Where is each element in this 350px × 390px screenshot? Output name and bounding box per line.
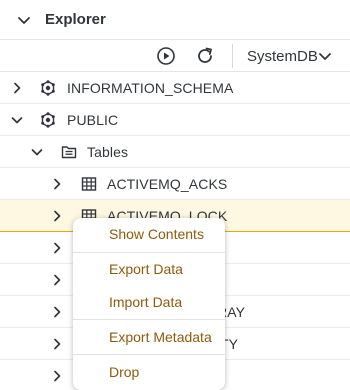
menu-item-export-data[interactable]: Export Data [73, 253, 225, 285]
schema-icon [40, 80, 56, 96]
menu-item-label: Import Data [109, 294, 183, 310]
explorer-header: Explorer [0, 0, 350, 40]
refresh-icon[interactable] [195, 46, 215, 66]
chevron-right-icon[interactable] [50, 241, 64, 255]
context-menu: Show Contents Export Data Import Data Ex… [73, 218, 225, 390]
menu-item-drop[interactable]: Drop [73, 356, 225, 388]
tree-item-label: Tables [87, 144, 129, 160]
chevron-down-icon [317, 48, 333, 64]
menu-divider [73, 354, 225, 355]
menu-item-label: Export Metadata [109, 329, 212, 345]
database-select[interactable]: SystemDB [240, 45, 340, 67]
tree-row-schema[interactable]: INFORMATION_SCHEMA [0, 72, 350, 104]
chevron-right-icon[interactable] [50, 209, 64, 223]
panel-title: Explorer [45, 11, 106, 28]
tree-row-table[interactable]: ACTIVEMQ_ACKS [0, 168, 350, 200]
chevron-right-icon[interactable] [50, 177, 64, 191]
menu-item-export-metadata[interactable]: Export Metadata [73, 321, 225, 353]
tree-item-label: INFORMATION_SCHEMA [67, 80, 234, 96]
chevron-right-icon[interactable] [50, 273, 64, 287]
tree-row-schema[interactable]: PUBLIC [0, 104, 350, 136]
play-circle-icon[interactable] [156, 46, 176, 66]
toolbar-divider [232, 44, 233, 68]
menu-item-show-contents[interactable]: Show Contents [73, 218, 225, 250]
menu-item-import-data[interactable]: Import Data [73, 286, 225, 318]
table-grid-icon [81, 176, 97, 192]
menu-item-label: Drop [109, 364, 140, 380]
tree-item-label: PUBLIC [67, 112, 119, 128]
tables-folder-icon [61, 144, 77, 160]
database-select-value: SystemDB [247, 47, 318, 65]
tree-row-tables-folder[interactable]: Tables [0, 136, 350, 168]
schema-icon [40, 112, 56, 128]
chevron-down-icon[interactable] [16, 12, 32, 28]
chevron-down-icon[interactable] [30, 145, 44, 159]
explorer-toolbar: SystemDB [0, 40, 350, 72]
chevron-down-icon[interactable] [10, 113, 24, 127]
chevron-right-icon[interactable] [50, 369, 64, 383]
menu-item-label: Export Data [109, 261, 183, 277]
chevron-right-icon[interactable] [10, 81, 24, 95]
chevron-right-icon[interactable] [50, 305, 64, 319]
menu-divider [73, 319, 225, 320]
chevron-right-icon[interactable] [50, 337, 64, 351]
menu-item-label: Show Contents [109, 226, 204, 242]
tree-item-label: ACTIVEMQ_ACKS [107, 176, 228, 192]
